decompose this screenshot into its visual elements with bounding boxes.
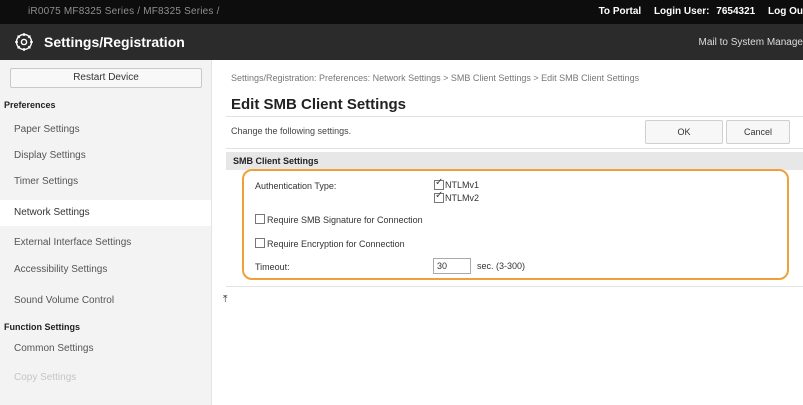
checkmark-icon: ✓ (435, 177, 444, 188)
sidebar-item-external-interface-settings[interactable]: External Interface Settings (0, 230, 211, 256)
sidebar-item-network-settings[interactable]: Network Settings (0, 200, 211, 226)
sidebar-item-display-settings[interactable]: Display Settings (0, 143, 211, 169)
authentication-type-label: Authentication Type: (255, 181, 337, 191)
instructions-text: Change the following settings. (231, 126, 352, 136)
top-bar: iR0075 MF8325 Series / MF8325 Series / T… (0, 0, 803, 24)
mail-to-system-manager-link[interactable]: Mail to System Manage (699, 37, 803, 48)
sidebar-item-copy-settings[interactable]: Copy Settings (0, 365, 211, 391)
require-smb-signature-label: Require SMB Signature for Connection (267, 215, 423, 225)
cancel-button[interactable]: Cancel (726, 120, 790, 144)
timeout-unit: sec. (3-300) (477, 261, 526, 271)
header-bar: Settings/Registration Mail to System Man… (0, 24, 803, 60)
section-title-smb-client-settings: SMB Client Settings (226, 152, 803, 170)
require-encryption-label: Require Encryption for Connection (267, 239, 405, 249)
settings-gear-icon (15, 33, 33, 51)
sidebar-item-common-settings[interactable]: Common Settings (0, 336, 211, 362)
login-user-id: 7654321 (716, 6, 756, 17)
timeout-label: Timeout: (255, 262, 290, 272)
top-bar-right: To Portal Login User: 7654321 Log Ou (589, 6, 803, 17)
logout-link[interactable]: Log Ou (768, 6, 803, 17)
ntlmv2-checkbox[interactable]: ✓ (434, 190, 444, 203)
portal-link[interactable]: To Portal (599, 6, 642, 17)
login-user-label: Login User: (653, 6, 710, 17)
sidebar-section-preferences: Preferences (4, 100, 56, 110)
back-to-top-icon[interactable]: ⤒ (223, 294, 227, 305)
divider (226, 148, 803, 149)
sidebar-item-paper-settings[interactable]: Paper Settings (0, 117, 211, 143)
require-encryption-checkbox[interactable] (255, 238, 265, 248)
ntlmv2-label: NTLMv2 (445, 193, 480, 203)
divider (226, 286, 803, 287)
checkmark-icon: ✓ (435, 190, 444, 201)
ntlmv1-checkbox[interactable]: ✓ (434, 177, 444, 190)
sidebar: Restart Device Preferences Paper Setting… (0, 60, 212, 405)
ntlmv1-label: NTLMv1 (445, 180, 480, 190)
sidebar-item-sound-volume-control[interactable]: Sound Volume Control (0, 288, 211, 314)
divider (226, 116, 803, 117)
page-header-title: Settings/Registration (44, 34, 185, 50)
sidebar-item-timer-settings[interactable]: Timer Settings (0, 169, 211, 195)
require-smb-signature-checkbox[interactable] (255, 214, 265, 224)
main-content: Settings/Registration: Preferences: Netw… (212, 60, 803, 405)
sidebar-section-function-settings: Function Settings (4, 322, 80, 332)
timeout-input[interactable]: 30 (433, 258, 471, 274)
device-name: iR0075 MF8325 Series / MF8325 Series / (28, 6, 220, 17)
sidebar-item-accessibility-settings[interactable]: Accessibility Settings (0, 257, 211, 283)
ok-button[interactable]: OK (645, 120, 723, 144)
restart-device-button[interactable]: Restart Device (10, 68, 202, 88)
page-title: Edit SMB Client Settings (231, 96, 407, 113)
breadcrumb: Settings/Registration: Preferences: Netw… (231, 73, 640, 83)
